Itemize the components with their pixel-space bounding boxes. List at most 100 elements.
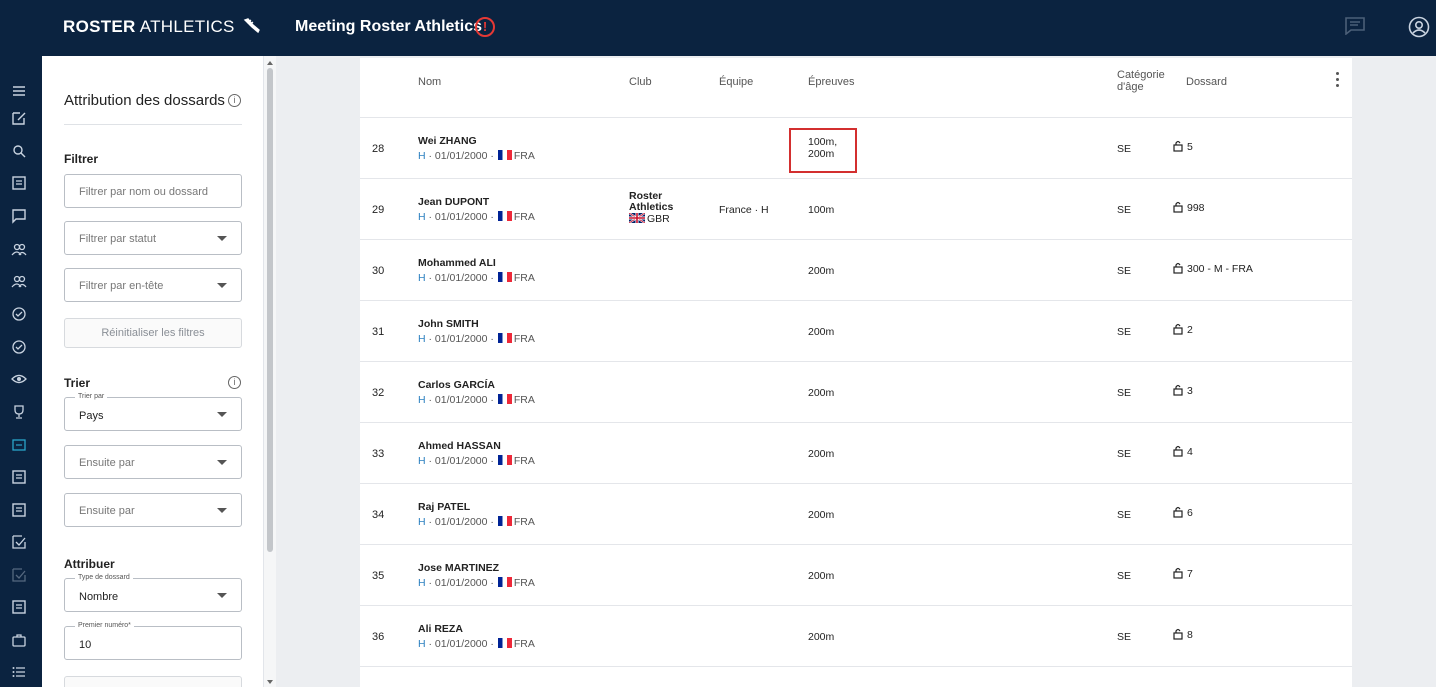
bib-assignment-panel: Attribution des dossards i Filtrer Filtr… xyxy=(42,56,264,687)
reset-filters-button[interactable]: Réinitialiser les filtres xyxy=(64,318,242,348)
list-icon[interactable] xyxy=(11,469,27,485)
table-row[interactable]: 30 Mohammed ALI H · 01/01/2000 · FRA 200… xyxy=(360,240,1352,301)
panel-scrollbar[interactable] xyxy=(264,56,276,687)
bib-cell[interactable]: 3 xyxy=(1173,384,1193,397)
top-bar: ROSTER ATHLETICS Meeting Roster Athletic… xyxy=(0,0,1436,56)
table-row[interactable]: 29 Jean DUPONT H · 01/01/2000 · FRA Rost… xyxy=(360,179,1352,240)
list-icon[interactable] xyxy=(11,502,27,518)
bib-cell[interactable]: 4 xyxy=(1173,445,1193,458)
col-team[interactable]: Équipe xyxy=(719,76,753,88)
lock-icon xyxy=(1173,628,1183,640)
caret-down-icon xyxy=(217,412,227,417)
caret-down-icon xyxy=(217,236,227,241)
flag-fr-icon xyxy=(497,211,512,221)
divider xyxy=(64,124,242,125)
lock-icon xyxy=(1173,201,1183,213)
table-row[interactable]: 31 John SMITH H · 01/01/2000 · FRA 200m … xyxy=(360,301,1352,362)
caret-down-icon xyxy=(217,593,227,598)
lock-icon xyxy=(1173,140,1183,152)
lock-icon xyxy=(1173,567,1183,579)
table-row[interactable]: 32 Carlos GARCÍA H · 01/01/2000 · FRA 20… xyxy=(360,362,1352,423)
flag-fr-icon xyxy=(497,516,512,526)
bib-cell[interactable]: 8 xyxy=(1173,628,1193,641)
trophy-icon[interactable] xyxy=(11,404,27,420)
flag-fr-icon xyxy=(497,638,512,648)
flag-fr-icon xyxy=(497,333,512,343)
group-icon[interactable] xyxy=(11,273,27,289)
then-by-select-2[interactable]: Ensuite par xyxy=(64,493,242,527)
scrollbar-thumb[interactable] xyxy=(267,68,273,552)
checkbox-icon[interactable] xyxy=(11,534,27,550)
winged-shoe-icon xyxy=(243,18,260,34)
chat-icon[interactable] xyxy=(1345,17,1365,35)
table-header: Nom Club Équipe Épreuves Catégorie d'âge… xyxy=(360,58,1352,106)
edit-icon[interactable] xyxy=(11,110,27,126)
lock-icon xyxy=(1173,323,1183,335)
checkbox-icon xyxy=(11,567,27,583)
col-name[interactable]: Nom xyxy=(418,76,441,88)
info-icon[interactable]: i xyxy=(228,376,241,389)
table-row[interactable]: 35 Jose MARTINEZ H · 01/01/2000 · FRA 20… xyxy=(360,545,1352,606)
bullet-list-icon[interactable] xyxy=(11,664,27,680)
caret-down-icon xyxy=(217,283,227,288)
athletes-table: Nom Club Équipe Épreuves Catégorie d'âge… xyxy=(360,58,1352,687)
highlight-box xyxy=(789,128,857,173)
flag-gb-icon xyxy=(629,213,645,223)
filter-section-label: Filtrer xyxy=(64,152,99,166)
filter-header-select[interactable]: Filtrer par en-tête xyxy=(64,268,242,302)
bib-cell[interactable]: 300 - M - FRA xyxy=(1173,262,1253,275)
sort-section-label: Trier xyxy=(64,376,91,390)
meeting-title: Meeting Roster Athletics xyxy=(295,18,482,35)
more-options-icon[interactable] xyxy=(1336,72,1340,90)
filter-status-select[interactable]: Filtrer par statut xyxy=(64,221,242,255)
bib-type-select[interactable]: Type de dossard Nombre xyxy=(64,574,242,612)
search-icon[interactable] xyxy=(11,143,27,159)
account-icon[interactable] xyxy=(1408,16,1430,38)
brand-logo[interactable]: ROSTER ATHLETICS xyxy=(63,17,261,37)
list-icon[interactable] xyxy=(11,175,27,191)
flag-fr-icon xyxy=(497,394,512,404)
group-icon[interactable] xyxy=(11,241,27,257)
scroll-up-icon[interactable] xyxy=(267,61,273,65)
col-events[interactable]: Épreuves xyxy=(808,76,854,88)
table-row[interactable]: 34 Raj PATEL H · 01/01/2000 · FRA 200m S… xyxy=(360,484,1352,545)
first-number-input[interactable]: Premier numéro* 10 xyxy=(64,622,242,660)
check-circle-icon[interactable] xyxy=(11,306,27,322)
briefcase-icon[interactable] xyxy=(11,632,27,648)
scroll-down-icon[interactable] xyxy=(267,680,273,684)
col-club[interactable]: Club xyxy=(629,76,652,88)
flag-fr-icon xyxy=(497,150,512,160)
table-row[interactable]: 33 Ahmed HASSAN H · 01/01/2000 · FRA 200… xyxy=(360,423,1352,484)
lock-icon xyxy=(1173,506,1183,518)
flag-fr-icon xyxy=(497,455,512,465)
check-circle-icon[interactable] xyxy=(11,339,27,355)
menu-icon[interactable] xyxy=(11,83,27,99)
eye-icon[interactable] xyxy=(11,371,27,387)
col-bib[interactable]: Dossard xyxy=(1186,76,1227,88)
sort-by-select[interactable]: Trier par Pays xyxy=(64,393,242,431)
bib-icon[interactable] xyxy=(11,437,27,453)
assign-section-label: Attribuer xyxy=(64,557,115,571)
col-age-category[interactable]: Catégorie d'âge xyxy=(1117,69,1165,93)
bib-cell[interactable]: 5 xyxy=(1173,140,1193,153)
then-by-select-1[interactable]: Ensuite par xyxy=(64,445,242,479)
caret-down-icon xyxy=(217,508,227,513)
warning-icon[interactable]: ! xyxy=(475,17,495,37)
assign-button[interactable] xyxy=(64,676,242,687)
filter-name-input[interactable]: Filtrer par nom ou dossard xyxy=(64,174,242,208)
chat-icon[interactable] xyxy=(11,208,27,224)
club-cell: Roster Athletics GBR xyxy=(629,190,674,225)
flag-fr-icon xyxy=(497,577,512,587)
bib-cell[interactable]: 6 xyxy=(1173,506,1193,519)
flag-fr-icon xyxy=(497,272,512,282)
lock-icon xyxy=(1173,262,1183,274)
panel-title: Attribution des dossards xyxy=(64,92,225,109)
table-row[interactable]: 36 Ali REZA H · 01/01/2000 · FRA 200m SE… xyxy=(360,606,1352,667)
bib-cell[interactable]: 2 xyxy=(1173,323,1193,336)
info-icon[interactable]: i xyxy=(228,94,241,107)
list-icon[interactable] xyxy=(11,599,27,615)
bib-cell[interactable]: 998 xyxy=(1173,201,1205,214)
bib-cell[interactable]: 7 xyxy=(1173,567,1193,580)
nav-rail xyxy=(0,56,42,687)
caret-down-icon xyxy=(217,460,227,465)
